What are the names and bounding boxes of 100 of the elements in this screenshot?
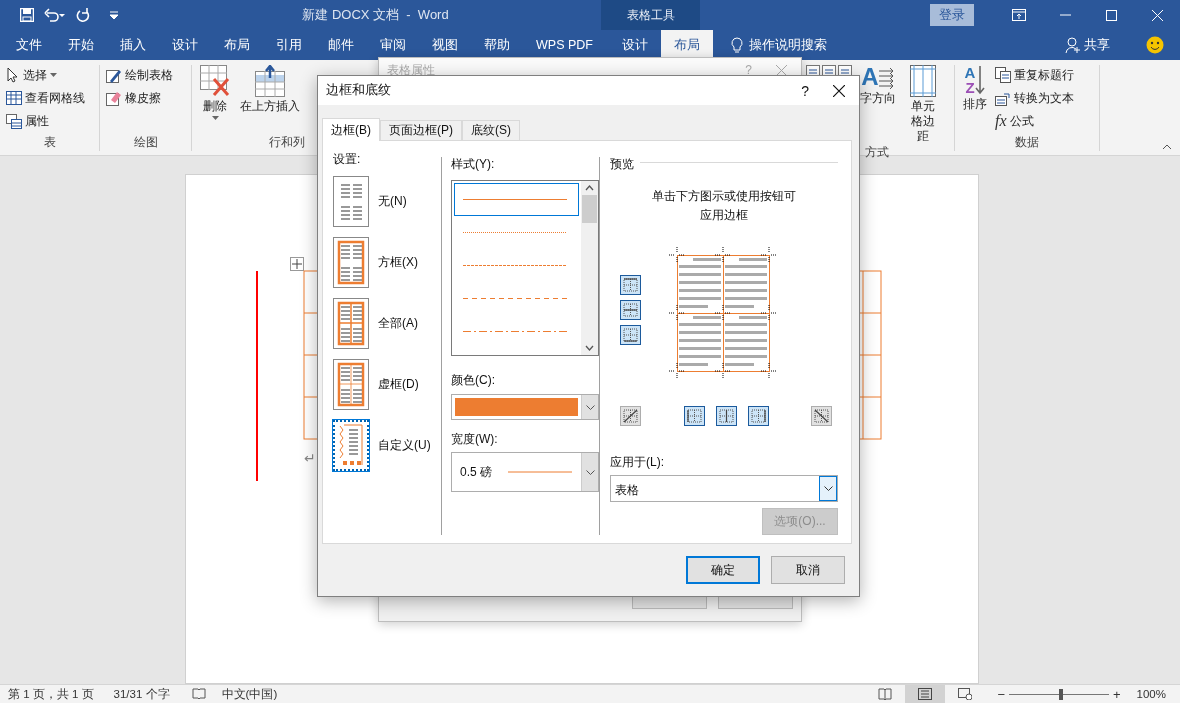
ribbon-button[interactable]: fx 公式 (995, 111, 1074, 131)
scrollbar-thumb[interactable] (582, 195, 597, 223)
line-style-icon (463, 231, 567, 234)
ribbon-button[interactable]: 重复标题行 (995, 65, 1074, 85)
border-icon (684, 407, 704, 425)
ribbon-button[interactable]: A Z 排序 (961, 65, 989, 134)
ribbon-button[interactable]: 绘制表格 (106, 65, 173, 85)
dialog-tab[interactable]: 底纹(S) (462, 120, 520, 140)
line-sample-icon (508, 471, 572, 473)
zoom-out-button[interactable]: − (993, 686, 1009, 702)
smiley-icon[interactable] (1146, 36, 1164, 54)
cancel-button[interactable]: 取消 (771, 556, 845, 584)
eraser-icon (106, 90, 122, 106)
cursor-icon (6, 67, 20, 83)
line-style-option[interactable] (454, 183, 579, 216)
menu-tab[interactable]: 布局 (211, 30, 263, 60)
tell-me-search[interactable]: 操作说明搜索 (748, 36, 827, 54)
border-icon (621, 407, 640, 425)
border-toggle-button[interactable] (620, 325, 641, 345)
preview-label: 预览 (610, 156, 634, 173)
ribbon-button[interactable]: 选择 (6, 65, 85, 85)
menu-tab[interactable]: WPS PDF (523, 30, 606, 60)
line-style-icon (463, 330, 567, 333)
border-toggle-button[interactable] (747, 406, 769, 426)
menu-tab[interactable]: 邮件 (315, 30, 367, 60)
border-icon (621, 326, 640, 344)
color-dropdown[interactable] (451, 394, 599, 420)
paragraph-mark: ↵ (304, 450, 316, 466)
menu-tab[interactable]: 设计 (608, 30, 661, 60)
word-count[interactable]: 31/31 个字 (113, 686, 170, 702)
border-toggle-button[interactable] (715, 406, 737, 426)
repeat-rows-icon (995, 67, 1011, 83)
redo-icon[interactable] (76, 8, 90, 22)
proofing-icon[interactable] (191, 688, 206, 700)
border-toggle-button[interactable] (620, 300, 641, 320)
dialog-tab[interactable]: 页面边框(P) (380, 120, 462, 140)
cell-margins-icon (910, 65, 936, 97)
print-view-button[interactable] (905, 685, 946, 703)
share-button[interactable]: 共享 (1059, 30, 1116, 60)
save-icon[interactable] (20, 8, 34, 22)
menu-tab[interactable]: 设计 (159, 30, 211, 60)
help-button[interactable]: ? (801, 82, 809, 99)
border-toggle-button[interactable] (620, 275, 641, 295)
menu-tab[interactable]: 帮助 (471, 30, 523, 60)
menu-tab[interactable]: 布局 (660, 30, 713, 60)
menu-tab[interactable]: 开始 (55, 30, 107, 60)
ok-button[interactable]: 确定 (686, 556, 760, 584)
setting-option[interactable]: 全部(A) (333, 298, 441, 349)
close-icon[interactable] (833, 84, 845, 97)
arrow-icon (975, 65, 986, 95)
ribbon-button[interactable]: 转换为文本 (995, 88, 1074, 108)
ribbon-button[interactable]: 在上方插入 (238, 65, 302, 134)
zoom-in-button[interactable]: + (1109, 686, 1125, 702)
person-icon (1065, 37, 1081, 53)
delete-table-icon (200, 65, 230, 97)
width-dropdown[interactable]: 0.5 磅 (451, 452, 599, 492)
border-toggle-button[interactable] (811, 406, 832, 426)
group-label: 行和列 (268, 134, 305, 151)
ribbon-button[interactable]: 查看网格线 (6, 88, 85, 108)
menu-tab[interactable]: 文件 (3, 30, 55, 60)
border-icon (748, 407, 768, 425)
properties-icon (6, 113, 22, 129)
zoom-thumb[interactable] (1059, 688, 1063, 700)
book-icon (878, 688, 893, 700)
width-label: 宽度(W): (451, 431, 499, 448)
setting-option[interactable]: 方框(X) (333, 237, 441, 288)
undo-icon[interactable] (44, 8, 66, 22)
menu-tab[interactable]: 引用 (263, 30, 315, 60)
window-title: 新建 DOCX 文档 - Word (301, 6, 450, 24)
chevron-icon (823, 486, 833, 491)
border-toggle-button[interactable] (683, 406, 705, 426)
dialog-tab[interactable]: 边框(B) (322, 118, 380, 141)
border-icon (621, 276, 640, 294)
zoom-level[interactable]: 100% (1136, 688, 1166, 700)
icon-letter: A (964, 65, 976, 80)
style-list[interactable] (451, 180, 599, 356)
color-label: 颜色(C): (451, 372, 496, 389)
sign-in-button[interactable]: 登录 (930, 4, 974, 26)
menu-tab[interactable]: 插入 (107, 30, 159, 60)
line-style-icon (463, 297, 567, 300)
menu-tab[interactable]: 视图 (419, 30, 471, 60)
apply-to-dropdown[interactable]: 表格 (610, 475, 838, 502)
setting-option[interactable]: 无(N) (333, 176, 441, 227)
menu-tab[interactable]: 审阅 (367, 30, 419, 60)
ribbon-button[interactable]: 属性 (6, 111, 85, 131)
apply-to-label: 应用于(L): (610, 454, 665, 471)
setting-option[interactable]: 自定义(U) (333, 420, 441, 471)
context-title: 表格工具 (626, 6, 675, 24)
border-icon (812, 407, 831, 425)
ribbon-button[interactable]: 单元格边距 (904, 65, 942, 144)
fx-icon: fx (995, 113, 1007, 129)
ribbon-button[interactable]: 橡皮擦 (106, 88, 173, 108)
setting-option[interactable]: 虚框(D) (333, 359, 441, 410)
ribbon-button[interactable]: 删除 (198, 65, 232, 134)
language-status[interactable]: 中文(中国) (221, 686, 278, 702)
ribbon-button[interactable]: A 字方向 (858, 65, 898, 144)
customize-icon[interactable] (110, 11, 118, 19)
grid-icon (6, 91, 22, 105)
border-toggle-button[interactable] (620, 406, 641, 426)
move-handle-icon[interactable] (290, 257, 304, 271)
